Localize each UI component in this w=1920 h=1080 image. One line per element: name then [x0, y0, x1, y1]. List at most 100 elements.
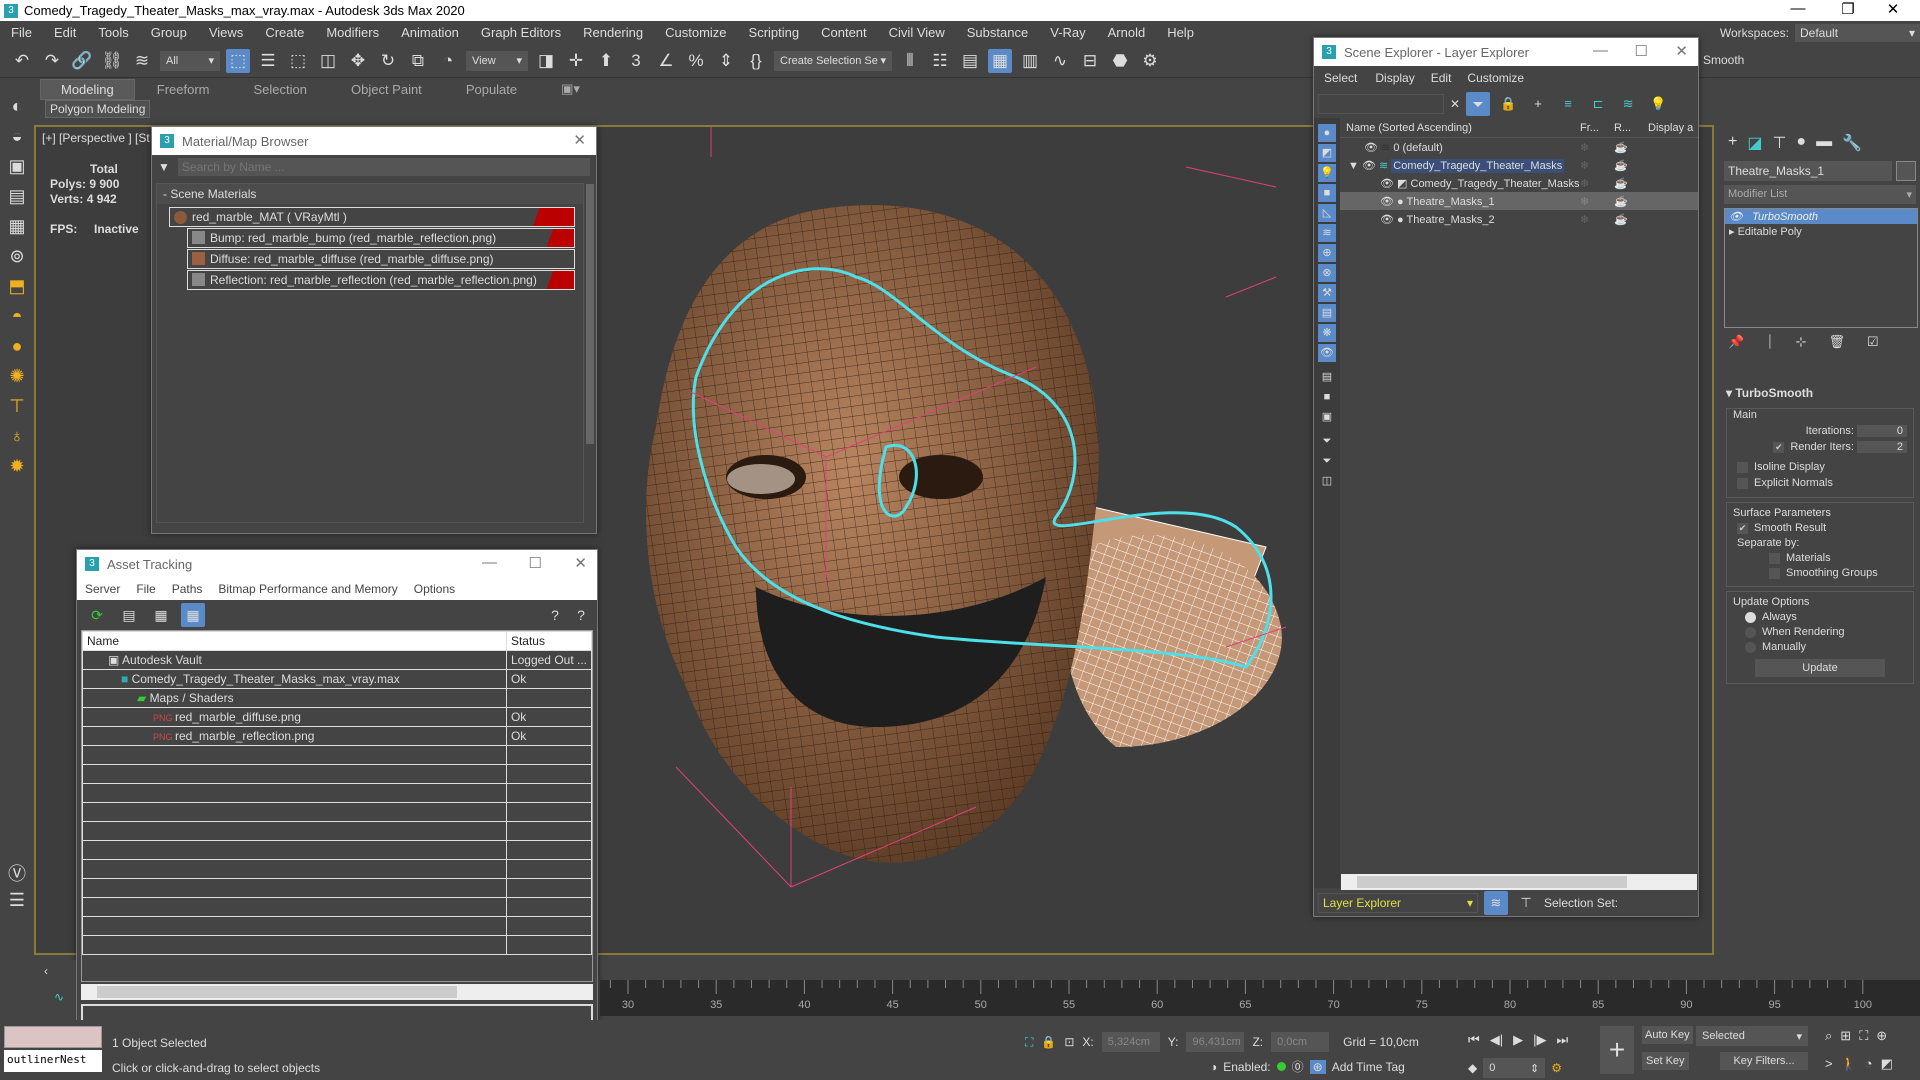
time-tag-counter-icon[interactable]: ⓪	[1292, 1058, 1304, 1075]
time-tag-icon[interactable]: ⊛	[1309, 1059, 1326, 1074]
maxscript-listener-pink[interactable]	[4, 1026, 102, 1048]
vray-logo-icon[interactable]: Ⓥ	[5, 860, 29, 884]
menu-scripting[interactable]: Scripting	[738, 25, 811, 40]
search-options-icon[interactable]: ▼	[158, 160, 170, 174]
tree-row[interactable]: 👁 ≋ 0 (default) ❄ ☕	[1340, 138, 1698, 156]
menu-customize[interactable]: Customize	[1459, 71, 1532, 85]
expand-icon[interactable]: ▸	[1729, 226, 1735, 238]
teapot-icon[interactable]: ☕	[1614, 213, 1628, 226]
isoline-checkbox[interactable]	[1737, 461, 1748, 473]
angle-snap-icon[interactable]: ∠	[654, 49, 678, 73]
menu-display[interactable]: Display	[1367, 71, 1422, 85]
horizontal-scrollbar[interactable]	[81, 984, 593, 1000]
isolate-selection-icon[interactable]: ⛶	[1025, 1035, 1033, 1050]
search-input[interactable]	[177, 158, 590, 176]
modify-tab-icon[interactable]: ◪	[1747, 133, 1762, 153]
menu-file[interactable]: File	[128, 582, 163, 596]
rect-selection-icon[interactable]: ⬚	[286, 49, 310, 73]
set-key-button[interactable]: Set Key	[1642, 1052, 1689, 1070]
timeline-ruler[interactable]: 30 35 40 45 50 55 60 65 70 75 80 85 90 95 100	[600, 980, 1920, 1016]
enabled-indicator[interactable]	[1276, 1062, 1286, 1071]
column-renderable[interactable]: R...	[1614, 122, 1648, 134]
eye-icon[interactable]: 👁	[1364, 142, 1378, 154]
reference-coord-dropdown[interactable]: View ▾	[466, 50, 528, 71]
manually-radio[interactable]	[1745, 641, 1756, 653]
clear-icon[interactable]: ✕	[1450, 97, 1460, 111]
render-icon[interactable]: ◒	[5, 126, 29, 150]
containers-filter-icon[interactable]: ▤	[1318, 304, 1336, 322]
column-name[interactable]: Name	[82, 631, 507, 651]
y-coordinate-field[interactable]: 96,431cm	[1186, 1032, 1245, 1052]
tree-row[interactable]: 👁 ● Theatre_Masks_2 ❄ ☕	[1340, 210, 1698, 228]
display-none-icon[interactable]: ▤	[1318, 368, 1336, 386]
object-color-swatch[interactable]	[1896, 161, 1916, 181]
table-row[interactable]: ■ Comedy_Tragedy_Theater_Masks_max_vray.…	[82, 669, 592, 689]
walk-through-icon[interactable]: 🚶	[1841, 1056, 1857, 1072]
material-browser-titlebar[interactable]: 3 Material/Map Browser ✕	[152, 127, 596, 155]
menu-paths[interactable]: Paths	[164, 582, 211, 596]
curve-editor-icon[interactable]: ∿	[1048, 49, 1072, 73]
scene-explorer-titlebar[interactable]: 3 Scene Explorer - Layer Explorer — ☐ ✕	[1314, 38, 1698, 66]
selection-filter-dropdown[interactable]: All ▾	[160, 50, 220, 71]
key-filters-button[interactable]: Key Filters...	[1720, 1052, 1808, 1070]
close-icon[interactable]: ✕	[1675, 42, 1688, 60]
update-button[interactable]: Update	[1755, 659, 1885, 677]
freeze-icon[interactable]: ❄	[1580, 213, 1614, 226]
zoom-all-icon[interactable]: ⊞	[1840, 1028, 1851, 1044]
zoom-extents-icon[interactable]: ⛶	[1859, 1028, 1868, 1044]
schematic-view-icon[interactable]: ⊟	[1078, 49, 1102, 73]
menu-animation[interactable]: Animation	[390, 25, 470, 40]
hierarchy-icon[interactable]: ⊏	[1586, 92, 1610, 116]
menu-help[interactable]: Help	[1156, 25, 1205, 40]
utilities-tab-icon[interactable]: 🔧	[1842, 133, 1862, 153]
freeze-icon[interactable]: ❄	[1580, 141, 1614, 154]
menu-tools[interactable]: Tools	[87, 25, 139, 40]
menu-graph-editors[interactable]: Graph Editors	[470, 25, 572, 40]
map-item[interactable]: Diffuse: red_marble_diffuse (red_marble_…	[187, 249, 575, 269]
bones-filter-icon[interactable]: ⚒	[1318, 284, 1336, 302]
close-icon[interactable]: ✕	[574, 554, 587, 572]
freeze-icon[interactable]: ❄	[1580, 177, 1614, 190]
maximize-icon[interactable]: ☐	[1635, 42, 1648, 60]
bind-spacewarp-icon[interactable]: ≋	[130, 49, 154, 73]
freeze-icon[interactable]: ❄	[1580, 195, 1614, 208]
add-time-tag[interactable]: Add Time Tag	[1332, 1060, 1405, 1074]
layers-view-icon[interactable]: ≋	[1484, 891, 1508, 915]
maximize-icon[interactable]: ☐	[529, 554, 542, 572]
field-of-view-icon[interactable]: >	[1825, 1056, 1833, 1072]
refresh-icon[interactable]: ⟳	[85, 603, 109, 627]
video-camera-icon[interactable]: ⊚	[5, 246, 29, 270]
turbosmooth-rollout-header[interactable]: ▾ TurboSmooth	[1720, 382, 1920, 404]
tab-selection[interactable]: Selection	[232, 82, 329, 97]
z-coordinate-field[interactable]: 0,0cm	[1271, 1032, 1330, 1052]
menu-select[interactable]: Select	[1314, 71, 1367, 85]
pivot-icon[interactable]: ◨	[534, 49, 558, 73]
eye-icon[interactable]: 👁	[1729, 211, 1743, 223]
tree-row[interactable]: ▼ 👁 ≋ Comedy_Tragedy_Theater_Masks ❄ ☕	[1340, 156, 1698, 174]
add-to-layer-icon[interactable]: ≡	[1556, 92, 1580, 116]
teapot-icon[interactable]: ☕	[1614, 177, 1628, 190]
adaptive-degradation-icon[interactable]: ◑	[1210, 1060, 1217, 1074]
eye-icon[interactable]: 👁	[1380, 178, 1394, 190]
workspaces-dropdown[interactable]: Default ▾	[1795, 23, 1920, 42]
teapot-icon[interactable]: ◐	[5, 96, 29, 120]
particles-filter-icon[interactable]: ❋	[1318, 324, 1336, 342]
go-to-end-icon[interactable]: ⏭	[1556, 1032, 1568, 1048]
menu-content[interactable]: Content	[810, 25, 878, 40]
menu-views[interactable]: Views	[198, 25, 254, 40]
menu-file[interactable]: File	[0, 25, 43, 40]
zoom-icon[interactable]: ⌕	[1825, 1028, 1832, 1044]
hierarchy-tab-icon[interactable]: ⊤	[1772, 133, 1786, 153]
display-tab-icon[interactable]: ▬	[1816, 133, 1832, 153]
xrefs-filter-icon[interactable]: ⊗	[1318, 264, 1336, 282]
timeline[interactable]: 30 35 40 45 50 55 60 65 70 75 80 85 90 95 100	[600, 980, 1920, 1016]
eye-icon[interactable]: 👁	[1380, 196, 1394, 208]
menu-substance[interactable]: Substance	[956, 25, 1039, 40]
viewport-label[interactable]: [+] [Perspective ] [St	[42, 131, 150, 145]
menu-server[interactable]: Server	[77, 582, 128, 596]
absolute-mode-icon[interactable]: ⊡	[1064, 1035, 1074, 1049]
table-row[interactable]: PNG red_marble_diffuse.png Ok	[82, 707, 592, 727]
geometry-filter-icon[interactable]: ●	[1318, 124, 1336, 142]
material-editor-icon[interactable]: ⬣	[1108, 49, 1132, 73]
teapot-icon[interactable]: ☕	[1614, 159, 1628, 172]
